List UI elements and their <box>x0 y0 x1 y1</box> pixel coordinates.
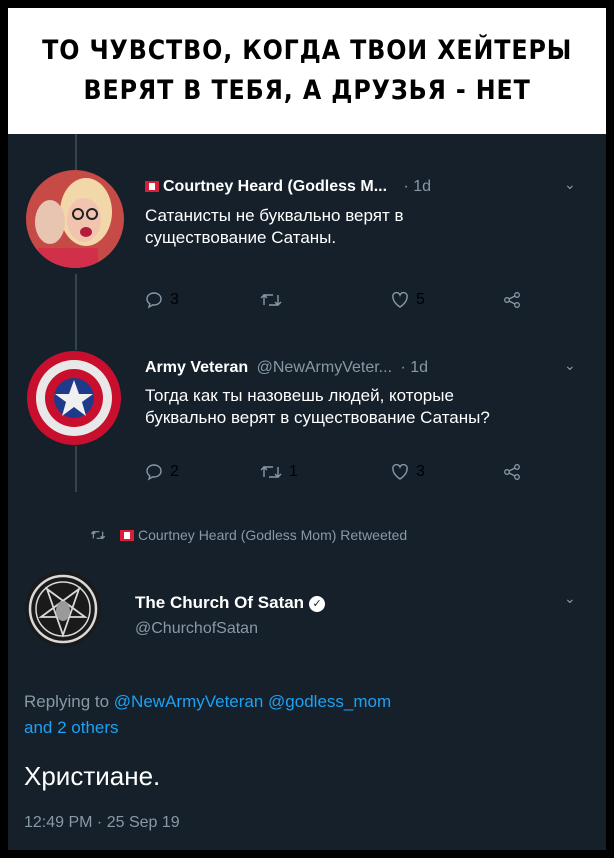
meme-frame: ТО ЧУВСТВО, КОГДА ТВОИ ХЕЙТЕРЫ ВЕРЯТ В Т… <box>8 8 606 850</box>
retweeted-by-text: Courtney Heard (Godless Mom) Retweeted <box>138 527 408 543</box>
tweet-2-like-button[interactable]: 3 <box>391 463 425 481</box>
replying-to-mentions[interactable]: @NewArmyVeteran @godless_mom <box>114 692 391 711</box>
tweet-1-header: Courtney Heard (Godless M... · 1d <box>145 178 431 196</box>
avatar-army-veteran[interactable] <box>26 350 122 446</box>
main-tweet-timestamp[interactable]: 12:49 PM · 25 Sep 19 <box>24 814 180 832</box>
tweet-1-author-name[interactable]: Courtney Heard (Godless M... <box>163 178 387 195</box>
tweet-2-time[interactable]: · 1d <box>400 359 428 376</box>
tweet-2-retweet-count: 1 <box>289 463 298 480</box>
tweet-2-like-count: 3 <box>416 463 425 480</box>
tweet-1-like-button[interactable]: 5 <box>391 291 425 309</box>
tweet-2-reply-button[interactable]: 2 <box>145 463 179 481</box>
replying-to: Replying to @NewArmyVeteran @godless_mom… <box>24 689 391 741</box>
tweet-2-retweet-button[interactable]: 1 <box>260 463 298 481</box>
meme-caption: ТО ЧУВСТВО, КОГДА ТВОИ ХЕЙТЕРЫ ВЕРЯТ В Т… <box>8 8 606 134</box>
verified-badge-icon: ✓ <box>309 596 326 612</box>
tweet-2-text-line-1: Тогда как ты назовешь людей, которые <box>145 386 454 405</box>
tweet-2-header: Army Veteran @NewArmyVeter... · 1d <box>145 359 428 377</box>
retweet-icon <box>260 466 282 478</box>
main-tweet-text: Христиане. <box>24 761 161 791</box>
chevron-down-icon[interactable]: ⌄ <box>564 590 576 607</box>
tweet-1-share-button[interactable] <box>503 291 521 309</box>
thread-line-1 <box>75 274 77 350</box>
retweet-icon <box>260 294 282 306</box>
reply-icon <box>146 464 162 481</box>
replying-to-others[interactable]: and 2 others <box>24 715 391 741</box>
tweet-1-reply-button[interactable]: 3 <box>145 291 179 309</box>
tweet-2-text: Тогда как ты назовешь людей, которые бук… <box>145 385 490 429</box>
tweet-1-retweet-button[interactable] <box>260 291 289 309</box>
tweet-1-time[interactable]: · 1d <box>404 178 432 195</box>
replying-to-prefix: Replying to <box>24 692 110 711</box>
main-tweet-author: The Church Of Satan ✓ <box>135 593 326 613</box>
chevron-down-icon[interactable]: ⌄ <box>564 176 576 193</box>
tweet-1-text-line-2: существование Сатаны. <box>145 228 337 247</box>
share-icon <box>504 464 520 480</box>
caption-line-2: ВЕРЯТ В ТЕБЯ, А ДРУЗЬЯ - НЕТ <box>83 75 531 106</box>
avatar-church-of-satan[interactable] <box>25 571 101 647</box>
retweet-icon <box>90 530 106 540</box>
thread-line-2 <box>75 440 77 492</box>
tweet-2-share-button[interactable] <box>503 463 521 481</box>
tweet-2-author-name[interactable]: Army Veteran <box>145 359 248 376</box>
tweet-2-reply-count: 2 <box>170 463 179 480</box>
caption-line-1: ТО ЧУВСТВО, КОГДА ТВОИ ХЕЙТЕРЫ <box>41 35 573 66</box>
reply-icon <box>146 292 162 309</box>
share-icon <box>504 292 520 308</box>
avatar-courtney[interactable] <box>26 170 124 268</box>
tweet-1-text-line-1: Сатанисты не буквально верят в <box>145 206 404 225</box>
canada-flag-icon <box>145 181 159 192</box>
canada-flag-icon <box>120 530 134 541</box>
tweet-1-text: Сатанисты не буквально верят в существов… <box>145 205 404 249</box>
main-tweet-author-name[interactable]: The Church Of Satan <box>135 593 304 612</box>
tweet-2-text-line-2: буквально верят в существование Сатаны? <box>145 408 490 427</box>
tweet-1-reply-count: 3 <box>170 291 179 308</box>
main-tweet-handle[interactable]: @ChurchofSatan <box>135 620 258 638</box>
tweet-2-handle[interactable]: @NewArmyVeter... <box>257 359 392 376</box>
heart-icon <box>392 463 408 480</box>
heart-icon <box>392 291 408 308</box>
thread-line-top <box>75 134 77 170</box>
chevron-down-icon[interactable]: ⌄ <box>564 357 576 374</box>
retweeted-by-note[interactable]: Courtney Heard (Godless Mom) Retweeted <box>90 527 407 543</box>
tweet-1-like-count: 5 <box>416 291 425 308</box>
